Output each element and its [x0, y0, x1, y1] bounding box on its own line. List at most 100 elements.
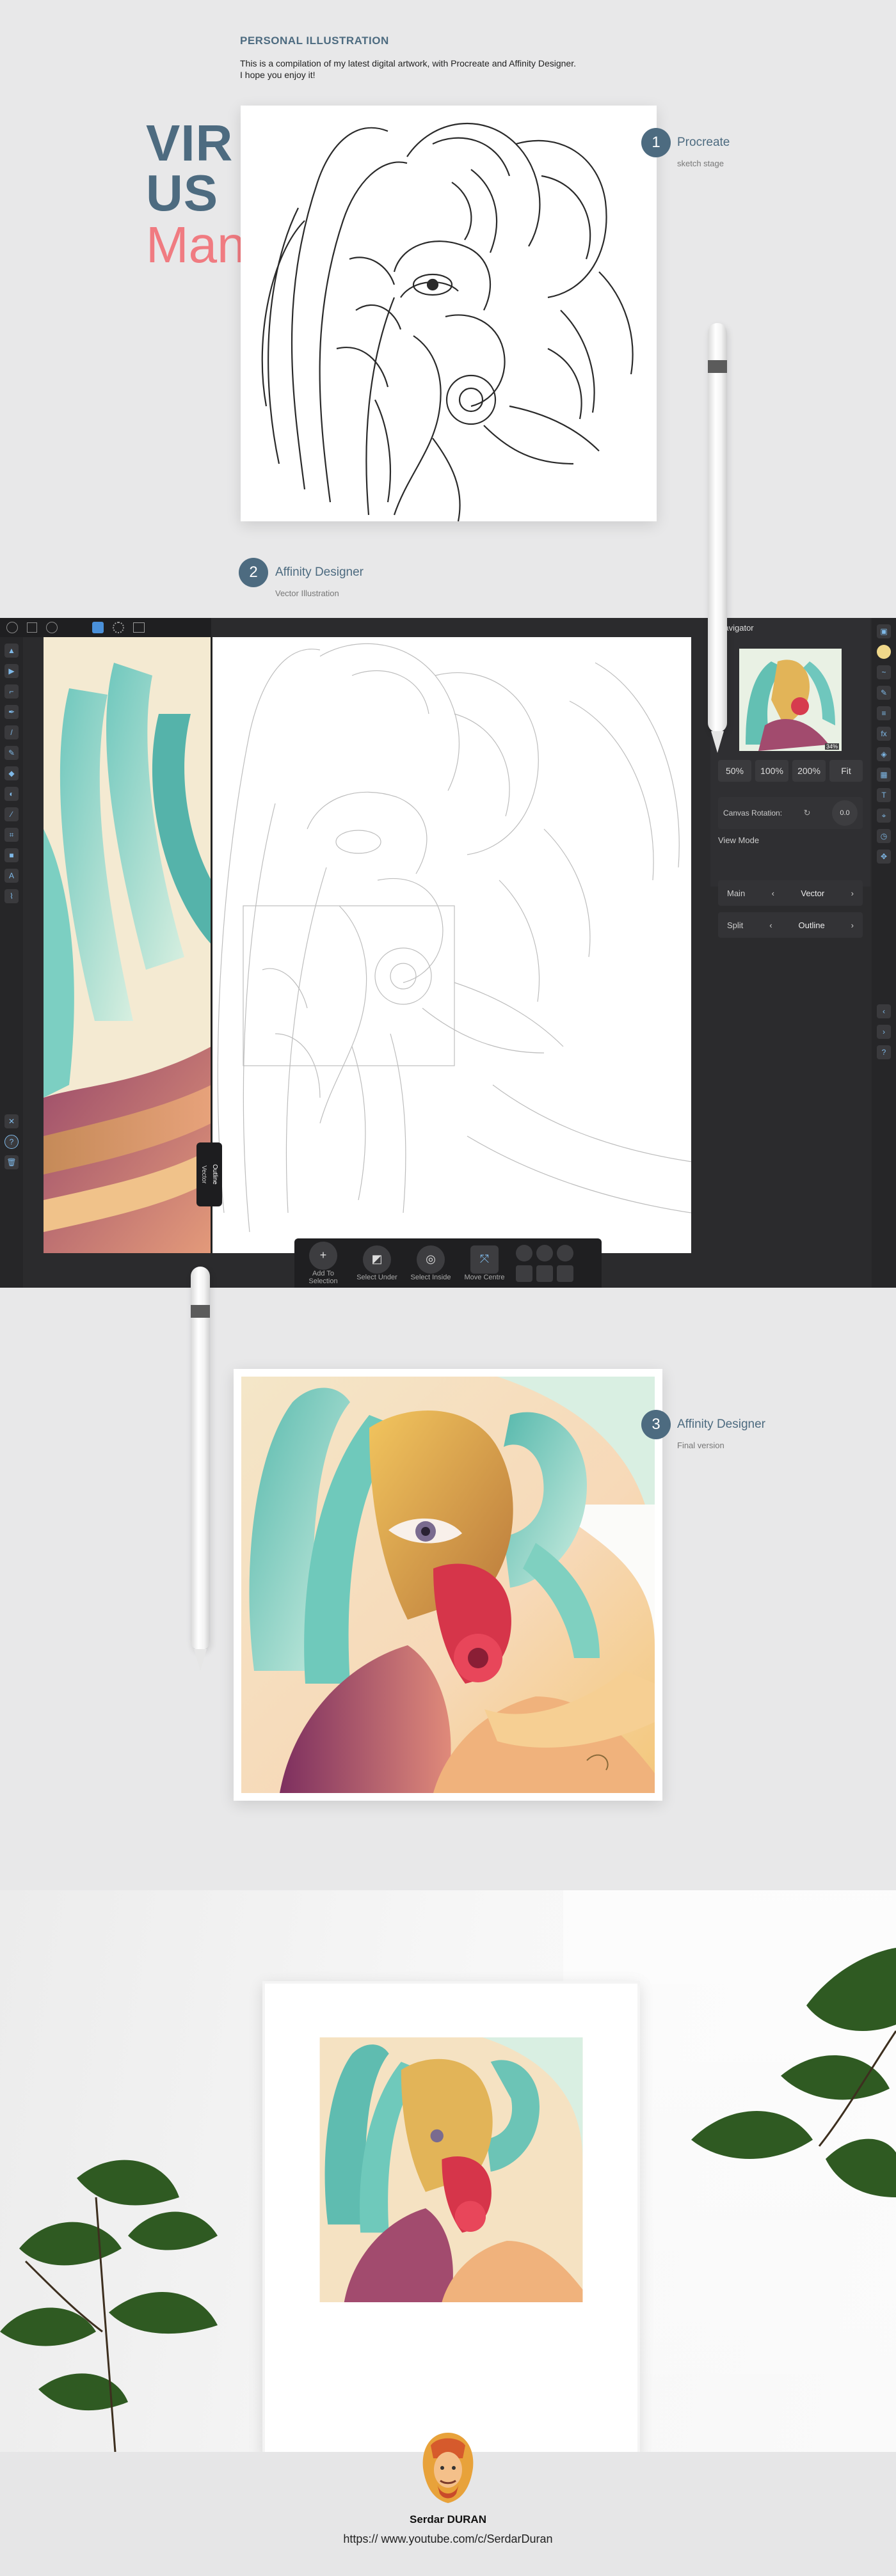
layers-icon[interactable]: ≡: [877, 706, 891, 720]
redo-icon[interactable]: ›: [877, 1025, 891, 1039]
main-value: Vector: [801, 888, 825, 898]
split-handle[interactable]: Vector Outline: [196, 1142, 222, 1206]
eyedropper-icon[interactable]: ⁄: [4, 807, 19, 821]
text-style-icon[interactable]: T: [877, 788, 891, 802]
history-icon[interactable]: ◷: [877, 829, 891, 843]
author-url-link[interactable]: https:// www.youtube.com/c/SerdarDuran: [0, 2533, 896, 2546]
zoom-200-button[interactable]: 200%: [792, 760, 826, 782]
zoom-100-button[interactable]: 100%: [755, 760, 788, 782]
author-name: Serdar DURAN: [410, 2513, 486, 2525]
select-under-label: Select Under: [356, 1273, 397, 1281]
step-3-title: Affinity Designer: [677, 1418, 765, 1431]
document-icon[interactable]: [27, 622, 37, 633]
stroke-icon[interactable]: ~: [877, 665, 891, 679]
step-1-subtitle: sketch stage: [677, 159, 724, 168]
add-to-selection-icon[interactable]: +: [309, 1241, 337, 1270]
brushes-icon[interactable]: ✎: [877, 686, 891, 700]
undo-icon[interactable]: ‹: [877, 1004, 891, 1018]
pencil-tool-icon[interactable]: /: [4, 725, 19, 739]
color-icon[interactable]: [877, 645, 891, 659]
pen-tool-icon[interactable]: ✒: [4, 705, 19, 719]
flip-icon[interactable]: [516, 1244, 532, 1261]
help-icon[interactable]: ?: [877, 1045, 891, 1059]
styles-icon[interactable]: ◈: [877, 747, 891, 761]
select-inside-icon[interactable]: ◎: [417, 1245, 445, 1274]
text-tool-icon[interactable]: A: [4, 869, 19, 883]
apple-pencil-image: [191, 1267, 210, 1671]
shape-tool-icon[interactable]: ■: [4, 848, 19, 862]
top-toolbar: [0, 618, 211, 637]
arrange-icon[interactable]: [557, 1265, 573, 1282]
vector-brush-icon[interactable]: ⌇: [4, 889, 19, 903]
align-icon[interactable]: [536, 1265, 553, 1282]
navigator-panel: Navigator 34% 50% 100% 200% Fit Canvas R…: [710, 618, 870, 887]
canvas-rotation-label: Canvas Rotation:: [723, 809, 783, 818]
export-persona-icon[interactable]: [133, 622, 145, 633]
zoom-50-button[interactable]: 50%: [718, 760, 751, 782]
framed-print-mockup: [0, 1890, 896, 2458]
title-man: Man: [146, 216, 246, 273]
tools-panel: ▲ ▶ ⌐ ✒ / ✎ ◆ ◐ ⁄ ⌗ ■ A ⌇ ✕ ? 🗑: [0, 637, 23, 1288]
transparency-tool-icon[interactable]: ◐: [4, 787, 19, 801]
chevron-left-icon[interactable]: ‹: [769, 921, 772, 930]
grid-icon[interactable]: ▦: [877, 768, 891, 782]
zoom-buttons: 50% 100% 200% Fit: [718, 760, 863, 782]
fill-tool-icon[interactable]: ◆: [4, 766, 19, 780]
effects-icon[interactable]: fx: [877, 727, 891, 741]
trash-icon[interactable]: 🗑: [4, 1155, 19, 1169]
affinity-app-window: ▲ ▶ ⌐ ✒ / ✎ ◆ ◐ ⁄ ⌗ ■ A ⌇ ✕ ? 🗑 Vector O…: [0, 618, 896, 1288]
brush-tool-icon[interactable]: ✎: [4, 746, 19, 760]
corner-tool-icon[interactable]: ⌐: [4, 684, 19, 699]
canvas-vector-view[interactable]: [44, 637, 211, 1253]
close-icon[interactable]: ✕: [4, 1114, 19, 1128]
chevron-right-icon[interactable]: ›: [851, 889, 854, 898]
rotate-icon[interactable]: [536, 1244, 553, 1261]
select-inside-label: Select Inside: [410, 1273, 451, 1281]
section-eyebrow: PERSONAL ILLUSTRATION: [240, 35, 389, 47]
transform-buttons: [516, 1244, 573, 1282]
split-view-row[interactable]: Split ‹ Outline ›: [718, 912, 863, 938]
intro-text: This is a compilation of my latest digit…: [240, 58, 688, 81]
back-icon[interactable]: [6, 622, 18, 633]
navigator-thumbnail[interactable]: 34%: [739, 649, 842, 751]
title-virus: VIR US: [146, 115, 234, 221]
final-artwork: [241, 1377, 655, 1793]
node-tool-icon[interactable]: ▶: [4, 664, 19, 678]
designer-persona-icon[interactable]: [92, 622, 104, 633]
canvas-outline-view[interactable]: [211, 637, 691, 1253]
help-icon[interactable]: ?: [4, 1135, 19, 1149]
studio-icon-strip: ▣ ~ ✎ ≡ fx ◈ ▦ T ⌖ ◷ ✥ ‹ › ?: [872, 618, 896, 1288]
snapping-icon[interactable]: ✥: [877, 849, 891, 864]
thumb-zoom-label: 34%: [824, 743, 839, 750]
more-icon[interactable]: [46, 622, 58, 633]
footer: Serdar DURAN https:// www.youtube.com/c/…: [0, 2433, 896, 2576]
intro-line-2: I hope you enjoy it!: [240, 70, 316, 80]
plant-right-image: [691, 1948, 896, 2197]
step-2-subtitle: Vector Illustration: [275, 589, 339, 598]
transform-icon[interactable]: ⌖: [877, 809, 891, 823]
step-2-title: Affinity Designer: [275, 565, 364, 579]
move-centre-icon[interactable]: ⤧: [470, 1245, 499, 1274]
final-artwork-frame: [234, 1369, 662, 1801]
split-tab-outline[interactable]: Outline: [211, 1164, 218, 1185]
main-view-row[interactable]: Main ‹ Vector ›: [718, 880, 863, 906]
view-mode-label: View Mode: [718, 835, 760, 845]
chevron-right-icon[interactable]: ›: [851, 921, 854, 930]
canvas-rotation-dial[interactable]: 0.0: [832, 800, 858, 826]
canvas-rotation-row: Canvas Rotation: ↻ 0.0: [718, 797, 863, 829]
move-tool-icon[interactable]: ▲: [4, 644, 19, 658]
delete-icon[interactable]: [557, 1244, 573, 1261]
step-2-badge: 2: [239, 558, 268, 587]
pixel-persona-icon[interactable]: [113, 622, 124, 633]
author-avatar: [422, 2433, 474, 2503]
rotation-reset-icon[interactable]: ↻: [804, 808, 811, 818]
chevron-left-icon[interactable]: ‹: [772, 889, 774, 898]
split-tab-vector[interactable]: Vector: [200, 1166, 207, 1183]
crop-tool-icon[interactable]: ⌗: [4, 828, 19, 842]
navigator-icon[interactable]: ▣: [877, 624, 891, 638]
select-under-icon[interactable]: ◩: [363, 1245, 391, 1274]
zoom-fit-button[interactable]: Fit: [829, 760, 863, 782]
group-icon[interactable]: [516, 1265, 532, 1282]
step-1-title: Procreate: [677, 136, 730, 149]
add-to-selection-label: Add To Selection: [308, 1269, 338, 1285]
